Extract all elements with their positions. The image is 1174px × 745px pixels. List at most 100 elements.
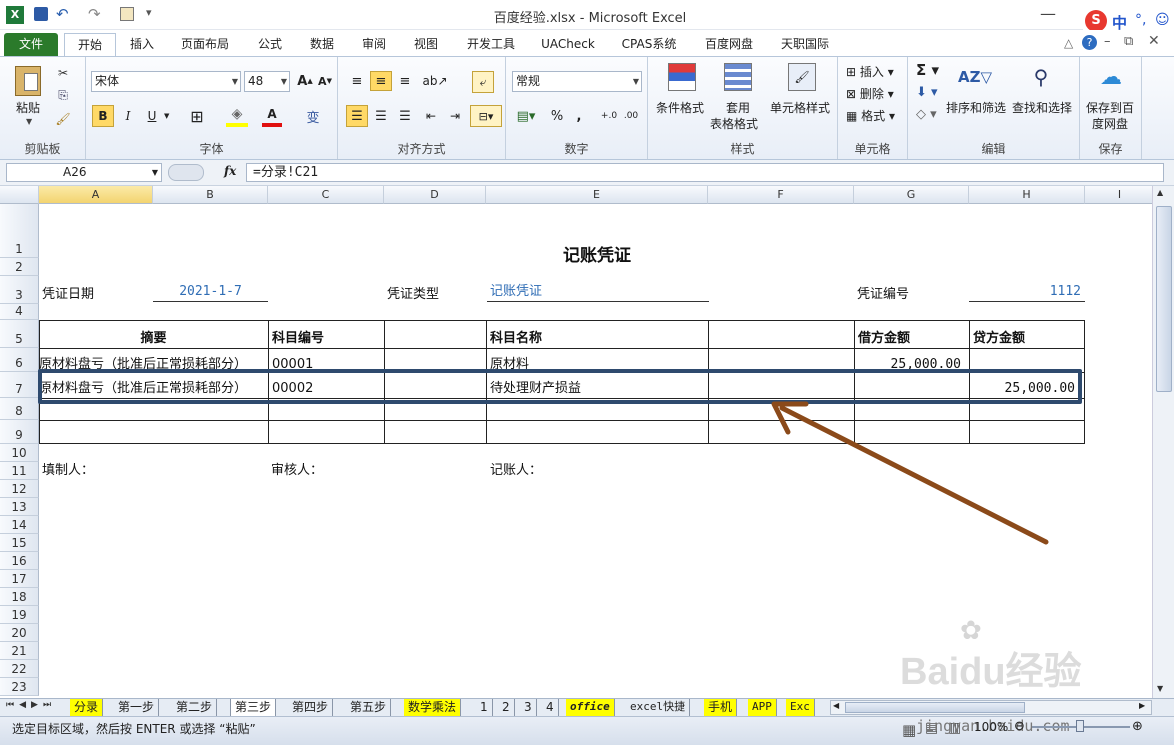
row-header-2[interactable]: 2 bbox=[0, 258, 39, 276]
collapse-ribbon-icon[interactable]: △ bbox=[1064, 36, 1073, 50]
col-header-c[interactable]: C bbox=[268, 186, 384, 204]
borders-icon[interactable]: ⊞ bbox=[186, 105, 208, 127]
format-as-table-icon[interactable] bbox=[724, 63, 752, 91]
number-format-select[interactable]: 常规 ▼ bbox=[512, 71, 642, 92]
sheet-nav-arrows-icon[interactable]: ⏮◀▶⏭ bbox=[6, 700, 56, 710]
row-header-12[interactable]: 12 bbox=[0, 480, 39, 498]
worksheet-grid[interactable]: A B C D E F G H I 1 2 3 4 5 6 7 8 9 10 1… bbox=[0, 186, 1152, 698]
tab-developer[interactable]: 开发工具 bbox=[458, 33, 524, 56]
zoom-slider-thumb[interactable] bbox=[1076, 720, 1084, 732]
delete-cells-button[interactable]: ⊠ 删除 ▾ bbox=[846, 85, 894, 102]
formula-bar-handle[interactable] bbox=[168, 164, 204, 181]
col-header-h[interactable]: H bbox=[969, 186, 1085, 204]
scroll-thumb[interactable] bbox=[1156, 206, 1172, 392]
print-preview-icon[interactable] bbox=[120, 7, 134, 21]
underline-button[interactable]: U bbox=[142, 105, 162, 127]
tab-review[interactable]: 审阅 bbox=[354, 33, 394, 56]
paste-dropdown-icon[interactable]: ▼ bbox=[26, 117, 32, 126]
cut-icon[interactable]: ✂ bbox=[54, 65, 72, 81]
sheet-tab-4[interactable]: 4 bbox=[542, 699, 559, 716]
currency-icon[interactable]: ▤▾ bbox=[512, 105, 540, 127]
binoculars-icon[interactable]: ⚲ bbox=[1026, 61, 1056, 93]
baidu-cloud-icon[interactable]: ☁ bbox=[1096, 63, 1126, 91]
copy-icon[interactable]: ⎘ bbox=[54, 87, 72, 103]
zoom-in-icon[interactable]: ⊕ bbox=[1132, 719, 1143, 734]
row-header-18[interactable]: 18 bbox=[0, 588, 39, 606]
select-all-corner[interactable] bbox=[0, 186, 39, 204]
sheet-tab-1[interactable]: 1 bbox=[476, 699, 493, 716]
paste-button[interactable] bbox=[10, 61, 46, 101]
orientation-icon[interactable]: ab↗ bbox=[422, 71, 448, 91]
col-header-g[interactable]: G bbox=[854, 186, 969, 204]
ime-punct-icon[interactable]: °, bbox=[1135, 12, 1146, 28]
row-header-20[interactable]: 20 bbox=[0, 624, 39, 642]
align-bottom-icon[interactable]: ≡ bbox=[394, 71, 416, 91]
tab-view[interactable]: 视图 bbox=[406, 33, 446, 56]
decrease-indent-icon[interactable]: ⇤ bbox=[420, 105, 442, 127]
tab-baidu-pan[interactable]: 百度网盘 bbox=[696, 33, 762, 56]
tab-data[interactable]: 数据 bbox=[302, 33, 342, 56]
undo-icon[interactable]: ↶ bbox=[56, 5, 69, 23]
col-header-e[interactable]: E bbox=[486, 186, 708, 204]
col-header-f[interactable]: F bbox=[708, 186, 854, 204]
doc-restore-icon[interactable]: ⧉ bbox=[1124, 34, 1133, 49]
row-header-8[interactable]: 8 bbox=[0, 398, 39, 420]
sheet-tab-step3[interactable]: 第三步 bbox=[230, 699, 277, 717]
increase-indent-icon[interactable]: ⇥ bbox=[444, 105, 466, 127]
col-header-d[interactable]: D bbox=[384, 186, 486, 204]
formula-input[interactable]: =分录!C21 bbox=[246, 163, 1164, 182]
zoom-level[interactable]: 100% bbox=[974, 720, 1008, 734]
tab-tianzhi[interactable]: 天职国际 bbox=[772, 33, 838, 56]
h-scroll-thumb[interactable] bbox=[845, 702, 1025, 713]
sheet-tab-office[interactable]: office bbox=[566, 699, 615, 716]
sheet-tab-math[interactable]: 数学乘法 bbox=[404, 699, 462, 716]
tab-cpas[interactable]: CPAS系统 bbox=[614, 33, 684, 56]
font-size-select[interactable]: 48 ▼ bbox=[244, 71, 290, 92]
cell-styles-label[interactable]: 单元格样式 bbox=[770, 99, 830, 116]
scroll-left-icon[interactable]: ◀ bbox=[833, 701, 839, 710]
align-right-icon[interactable]: ☰ bbox=[394, 105, 416, 127]
grow-font-icon[interactable]: A ▲ bbox=[296, 71, 314, 91]
phonetic-icon[interactable]: 变 bbox=[302, 105, 324, 127]
name-box[interactable]: A26 ▼ bbox=[6, 163, 162, 182]
row-header-4[interactable]: 4 bbox=[0, 304, 39, 320]
insert-cells-button[interactable]: ⊞ 插入 ▾ bbox=[846, 63, 894, 80]
font-color-icon[interactable]: A bbox=[262, 105, 282, 127]
align-middle-icon[interactable]: ≡ bbox=[370, 71, 392, 91]
shrink-font-icon[interactable]: A ▼ bbox=[316, 71, 334, 91]
date-value[interactable]: 2021-1-7 bbox=[153, 276, 268, 302]
tab-page-layout[interactable]: 页面布局 bbox=[172, 33, 238, 56]
col-header-a[interactable]: A bbox=[39, 186, 153, 204]
comma-icon[interactable]: , bbox=[570, 105, 588, 127]
conditional-format-label[interactable]: 条件格式 bbox=[656, 99, 704, 116]
fx-icon[interactable]: fx bbox=[224, 164, 236, 178]
row-header-5[interactable]: 5 bbox=[0, 320, 39, 348]
italic-button[interactable]: I bbox=[118, 105, 138, 127]
increase-decimal-icon[interactable]: +.0 bbox=[598, 105, 620, 127]
row-header-17[interactable]: 17 bbox=[0, 570, 39, 588]
sheet-tab-step5[interactable]: 第五步 bbox=[346, 699, 392, 716]
cell-styles-icon[interactable]: 🖌 bbox=[788, 63, 816, 91]
decrease-decimal-icon[interactable]: .00 bbox=[620, 105, 642, 127]
tab-formulas[interactable]: 公式 bbox=[250, 33, 290, 56]
scroll-up-icon[interactable]: ▲ bbox=[1157, 188, 1163, 197]
row-header-15[interactable]: 15 bbox=[0, 534, 39, 552]
find-select-label[interactable]: 查找和选择 bbox=[1012, 99, 1072, 116]
sheet-tab-step2[interactable]: 第二步 bbox=[172, 699, 218, 716]
clear-icon[interactable]: ◇ ▾ bbox=[916, 107, 937, 122]
scroll-right-icon[interactable]: ▶ bbox=[1139, 701, 1145, 710]
type-value[interactable]: 记账凭证 bbox=[487, 276, 709, 302]
sogou-ime-icon[interactable]: S bbox=[1085, 10, 1107, 32]
bold-button[interactable]: B bbox=[92, 105, 114, 127]
percent-icon[interactable]: % bbox=[548, 105, 566, 127]
tab-file[interactable]: 文件 bbox=[4, 33, 58, 56]
row-header-14[interactable]: 14 bbox=[0, 516, 39, 534]
col-header-i[interactable]: I bbox=[1085, 186, 1152, 204]
row-header-16[interactable]: 16 bbox=[0, 552, 39, 570]
align-left-icon[interactable]: ☰ bbox=[346, 105, 368, 127]
wrap-text-icon[interactable]: ⤶ bbox=[472, 71, 494, 93]
align-center-icon[interactable]: ☰ bbox=[370, 105, 392, 127]
row-header-6[interactable]: 6 bbox=[0, 348, 39, 372]
sort-filter-icon[interactable]: AZ▽ bbox=[958, 61, 992, 93]
tab-home[interactable]: 开始 bbox=[64, 33, 116, 56]
